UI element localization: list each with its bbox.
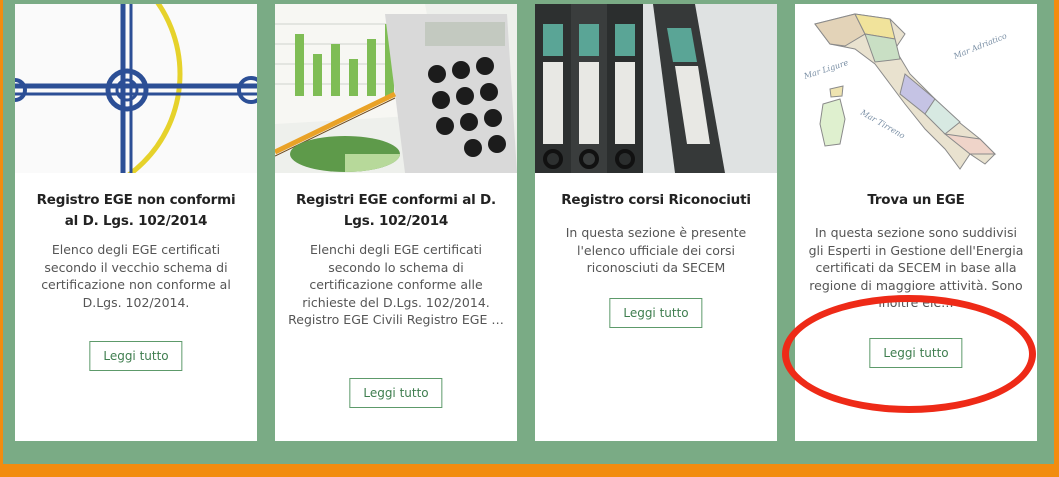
page-frame: Registro EGE non conformi al D. Lgs. 102…	[3, 0, 1054, 464]
leggi-tutto-button[interactable]: Leggi tutto	[609, 298, 703, 328]
card-description: In questa sezione è presente l'elenco uf…	[565, 225, 747, 275]
card-description: Elenco degli EGE certificati secondo il …	[41, 242, 231, 310]
card-title: Registro EGE non conformi al D. Lgs. 102…	[36, 192, 236, 229]
card-title: Registro corsi Riconociuti	[561, 192, 751, 208]
card-trova-un-ege: Mar Adriatico Mar Ligure Mar Tirreno Tro…	[795, 4, 1037, 441]
calculator-chart-icon	[275, 4, 517, 173]
map-pin-crosshair-icon	[15, 4, 257, 173]
binders-icon	[535, 4, 777, 173]
leggi-tutto-button[interactable]: Leggi tutto	[349, 378, 443, 408]
card-title: Trova un EGE	[867, 192, 965, 208]
card-description: Elenchi degli EGE certificati secondo lo…	[288, 242, 504, 327]
card-registri-conformi: Registri EGE conformi al D. Lgs. 102/201…	[275, 4, 517, 441]
leggi-tutto-button[interactable]: Leggi tutto	[89, 341, 183, 371]
card-title: Registri EGE conformi al D. Lgs. 102/201…	[295, 192, 496, 229]
leggi-tutto-button[interactable]: Leggi tutto	[869, 338, 963, 368]
italy-map-icon: Mar Adriatico Mar Ligure Mar Tirreno	[795, 4, 1037, 173]
card-registro-non-conformi: Registro EGE non conformi al D. Lgs. 102…	[15, 4, 257, 441]
card-description: In questa sezione sono suddivisi gli Esp…	[808, 225, 1024, 310]
card-registro-corsi: Registro corsi Riconociuti In questa sez…	[535, 4, 777, 441]
